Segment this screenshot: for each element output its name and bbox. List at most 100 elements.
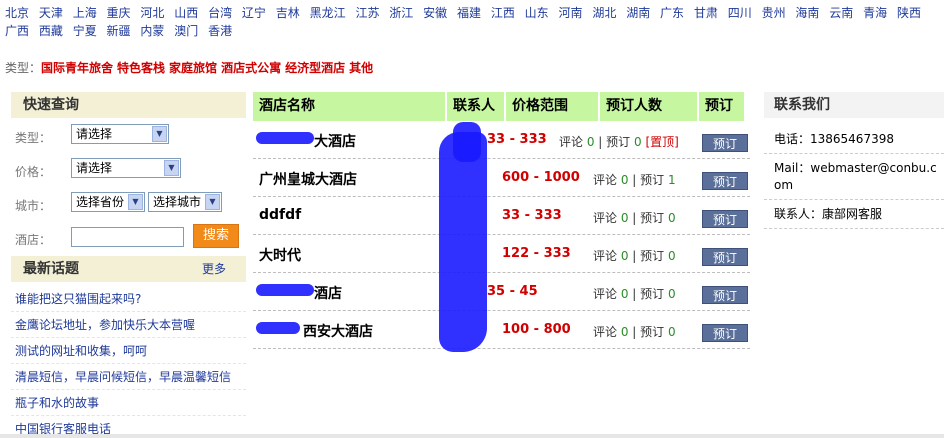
type-filter-label: 类型： bbox=[5, 61, 42, 75]
province-link[interactable]: 云南 bbox=[829, 6, 853, 20]
booking-label: 预订 bbox=[640, 287, 665, 301]
contact-mail: Mail：webmaster@conbu.com bbox=[764, 154, 944, 200]
type-select[interactable]: 请选择 ▼ bbox=[71, 124, 169, 144]
type-link[interactable]: 经济型酒店 bbox=[285, 61, 345, 75]
hotel-row: 酒店： 搜索 bbox=[11, 220, 246, 254]
price-row: 价格： 请选择 ▼ bbox=[11, 152, 246, 186]
province-select[interactable]: 选择省份 ▼ bbox=[71, 192, 145, 212]
hotel-table: 酒店名称 联系人 价格范围 预订人数 预订 大酒店 33 - 333 评论 0 | … bbox=[253, 92, 750, 352]
province-select-value: 选择省份 bbox=[76, 195, 125, 209]
quick-search-title: 快速查询 bbox=[11, 92, 246, 118]
type-link[interactable]: 家庭旅馆 bbox=[169, 61, 217, 75]
price-range: 33 - 333 bbox=[502, 208, 562, 223]
province-link[interactable]: 陕西 bbox=[897, 6, 921, 20]
city-select-value: 选择城市 bbox=[153, 195, 202, 209]
province-link[interactable]: 安徽 bbox=[423, 6, 447, 20]
province-link[interactable]: 甘肃 bbox=[694, 6, 718, 20]
table-body: 大酒店 33 - 333 评论 0 | 预订 0 [置顶] 预订 广州皇城大酒店 600 … bbox=[253, 121, 750, 349]
province-link[interactable]: 江西 bbox=[491, 6, 515, 20]
book-button[interactable]: 预订 bbox=[702, 286, 748, 304]
hotel-name-link[interactable]: 酒店 bbox=[314, 283, 342, 303]
booking-label: 预订 bbox=[640, 211, 665, 225]
province-link[interactable]: 湖北 bbox=[592, 6, 616, 20]
province-link[interactable]: 上海 bbox=[73, 6, 97, 20]
province-link[interactable]: 台湾 bbox=[208, 6, 232, 20]
province-link[interactable]: 山东 bbox=[525, 6, 549, 20]
type-row: 类型： 请选择 ▼ bbox=[11, 118, 246, 152]
contact-person: 联系人：康部网客服 bbox=[764, 200, 944, 229]
pin-top-link[interactable]: [置顶] bbox=[645, 135, 678, 149]
province-link[interactable]: 香港 bbox=[208, 24, 232, 38]
redaction-scribble bbox=[256, 284, 314, 296]
topics-more-link[interactable]: 更多 bbox=[202, 256, 226, 282]
hotel-name-link[interactable]: 大时代 bbox=[259, 245, 301, 265]
province-link[interactable]: 西藏 bbox=[39, 24, 63, 38]
row-stats: 评论 0 | 预订 0 bbox=[593, 287, 676, 301]
price-select[interactable]: 请选择 ▼ bbox=[71, 158, 181, 178]
province-link[interactable]: 天津 bbox=[39, 6, 63, 20]
table-row: 酒店 35 - 45 评论 0 | 预订 0 预订 bbox=[253, 273, 750, 311]
province-link[interactable]: 宁夏 bbox=[73, 24, 97, 38]
search-button[interactable]: 搜索 bbox=[193, 224, 239, 248]
hotel-name-link[interactable]: 广州皇城大酒店 bbox=[259, 169, 357, 189]
province-link[interactable]: 黑龙江 bbox=[310, 6, 346, 20]
chevron-down-icon: ▼ bbox=[128, 194, 143, 210]
type-link[interactable]: 特色客栈 bbox=[117, 61, 165, 75]
table-row: 大时代 122 - 333 评论 0 | 预订 0 预订 bbox=[253, 235, 750, 273]
province-link[interactable]: 青海 bbox=[863, 6, 887, 20]
price-range: 35 - 45 bbox=[487, 284, 538, 299]
province-link[interactable]: 吉林 bbox=[276, 6, 300, 20]
province-link[interactable]: 贵州 bbox=[762, 6, 786, 20]
redaction-scribble bbox=[256, 322, 300, 334]
book-button[interactable]: 预订 bbox=[702, 134, 748, 152]
booking-count: 0 bbox=[668, 249, 676, 263]
province-link[interactable]: 河南 bbox=[559, 6, 583, 20]
topic-link[interactable]: 清晨短信，早晨问候短信，早晨温馨短信 bbox=[11, 364, 246, 390]
topic-link[interactable]: 谁能把这只猫围起来吗? bbox=[11, 286, 246, 312]
price-select-value: 请选择 bbox=[76, 161, 113, 175]
province-link[interactable]: 江苏 bbox=[355, 6, 379, 20]
comment-count: 0 bbox=[620, 287, 629, 301]
topic-link[interactable]: 瓶子和水的故事 bbox=[11, 390, 246, 416]
province-link[interactable]: 四川 bbox=[728, 6, 752, 20]
city-select[interactable]: 选择城市 ▼ bbox=[148, 192, 222, 212]
province-link[interactable]: 辽宁 bbox=[242, 6, 266, 20]
table-row: 大酒店 33 - 333 评论 0 | 预订 0 [置顶] 预订 bbox=[253, 121, 750, 159]
province-link[interactable]: 北京 bbox=[5, 6, 29, 20]
topic-link[interactable]: 测试的网址和收集，呵呵 bbox=[11, 338, 246, 364]
header-book: 预订 bbox=[699, 92, 744, 121]
province-link[interactable]: 广西 bbox=[5, 24, 29, 38]
province-link[interactable]: 湖南 bbox=[626, 6, 650, 20]
hotel-name-link[interactable]: 西安大酒店 bbox=[303, 321, 373, 341]
topic-link[interactable]: 金鹰论坛地址，参加快乐大本营喔 bbox=[11, 312, 246, 338]
province-link[interactable]: 新疆 bbox=[107, 24, 131, 38]
book-button[interactable]: 预订 bbox=[702, 248, 748, 266]
province-link[interactable]: 河北 bbox=[140, 6, 164, 20]
hotel-search-input[interactable] bbox=[71, 227, 184, 247]
type-link[interactable]: 国际青年旅舍 bbox=[41, 61, 113, 75]
province-link[interactable]: 重庆 bbox=[107, 6, 131, 20]
province-link[interactable]: 福建 bbox=[457, 6, 481, 20]
province-link[interactable]: 山西 bbox=[174, 6, 198, 20]
city-label: 城市： bbox=[15, 199, 52, 213]
comment-label: 评论 bbox=[593, 211, 618, 225]
hotel-name-link[interactable]: ddfdf bbox=[259, 207, 301, 223]
comment-label: 评论 bbox=[593, 287, 618, 301]
province-link[interactable]: 浙江 bbox=[389, 6, 413, 20]
province-link[interactable]: 海南 bbox=[795, 6, 819, 20]
book-button[interactable]: 预订 bbox=[702, 172, 748, 190]
book-button[interactable]: 预订 bbox=[702, 324, 748, 342]
province-link[interactable]: 广东 bbox=[660, 6, 684, 20]
contact-panel: 联系我们 电话：13865467398 Mail：webmaster@conbu… bbox=[764, 92, 944, 229]
hotel-name-link[interactable]: 大酒店 bbox=[314, 131, 356, 151]
chevron-down-icon: ▼ bbox=[164, 160, 179, 176]
province-link[interactable]: 澳门 bbox=[174, 24, 198, 38]
province-link[interactable]: 内蒙 bbox=[140, 24, 164, 38]
horizontal-scrollbar[interactable] bbox=[0, 434, 944, 438]
price-label: 价格： bbox=[15, 165, 52, 179]
type-link[interactable]: 酒店式公寓 bbox=[221, 61, 281, 75]
row-stats: 评论 0 | 预订 0 [置顶] bbox=[559, 135, 679, 149]
type-link[interactable]: 其他 bbox=[349, 61, 373, 75]
book-button[interactable]: 预订 bbox=[702, 210, 748, 228]
contact-title: 联系我们 bbox=[764, 92, 944, 118]
